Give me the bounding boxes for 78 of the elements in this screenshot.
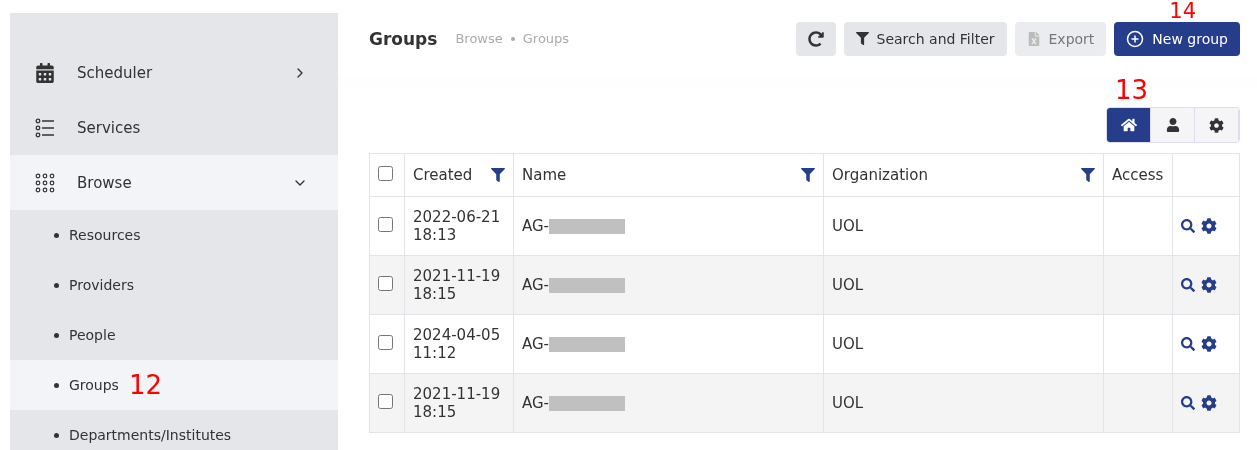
search-icon[interactable] (1181, 278, 1195, 292)
new-button[interactable]: New group (1114, 21, 1240, 56)
sidebar-subitem[interactable]: People (10, 310, 338, 360)
created-time: 11:12 (413, 344, 457, 362)
spreadsheet-icon (1026, 31, 1041, 46)
settings-icon[interactable] (1201, 277, 1217, 293)
breadcrumb-separator-icon (510, 36, 515, 41)
refresh-button[interactable] (795, 21, 836, 56)
settings-icon[interactable] (1201, 336, 1217, 352)
row-checkbox[interactable] (378, 393, 393, 409)
callout-number: 13 (1114, 77, 1148, 103)
sidebar-subitem[interactable]: Groups 12 (10, 360, 338, 410)
created-date: 2022-06-21 (413, 208, 501, 226)
refresh-icon (807, 30, 824, 47)
list-icon (35, 117, 55, 138)
row-checkbox[interactable] (378, 275, 393, 291)
bullet-icon (54, 382, 59, 388)
search-icon[interactable] (1181, 337, 1195, 351)
sidebar-item-label: Scheduler (77, 63, 154, 82)
plus-circle-icon (1126, 29, 1145, 48)
view-toggle-button[interactable] (1107, 108, 1151, 142)
organization-cell: UOL (832, 335, 864, 353)
sidebar-subitem-label: Groups (69, 377, 119, 393)
organization-cell: UOL (832, 217, 864, 235)
sidebar-subitem-label: Providers (69, 277, 134, 293)
bullet-icon (54, 432, 59, 438)
group-name: AG- (522, 217, 550, 235)
bullet-icon (54, 282, 59, 288)
bullet-icon (54, 232, 59, 238)
created-date: 2024-04-05 (413, 326, 501, 344)
settings-icon[interactable] (1201, 218, 1217, 234)
sidebar-item-label: Browse (77, 173, 133, 192)
created-date: 2021-11-19 (413, 267, 501, 285)
filter-icon[interactable] (1081, 168, 1095, 182)
created-time: 18:15 (413, 285, 457, 303)
filter-icon (855, 32, 869, 45)
sidebar-subitem[interactable]: Providers (10, 260, 338, 310)
column-header: Organization (832, 166, 928, 184)
group-name: AG- (522, 335, 550, 353)
view-toggle-button[interactable] (1151, 108, 1195, 142)
settings-icon[interactable] (1201, 395, 1217, 411)
sidebar-subitem[interactable]: Resources (10, 210, 338, 260)
created-time: 18:13 (413, 226, 457, 244)
bullet-icon (54, 332, 59, 338)
row-checkbox[interactable] (378, 334, 393, 350)
column-header: Access (1112, 166, 1164, 184)
column-header: Name (522, 166, 567, 184)
created-date: 2021-11-19 (413, 385, 501, 403)
filter-icon[interactable] (491, 168, 505, 182)
callout-number: 14 (1169, 0, 1196, 22)
search-icon[interactable] (1181, 396, 1195, 410)
row-checkbox[interactable] (378, 216, 393, 232)
sidebar-subitem-label: Resources (69, 227, 141, 243)
organization-cell: UOL (832, 394, 864, 412)
dots-grid-icon (35, 172, 55, 193)
created-time: 18:15 (413, 403, 457, 421)
settings-icon (1209, 117, 1224, 133)
filter-button[interactable]: Search and Filter (843, 21, 1007, 56)
sidebar-subitem-label: Departments/Institutes (69, 427, 232, 443)
home-icon (1120, 117, 1137, 133)
organization-cell: UOL (832, 276, 864, 294)
person-icon (1165, 118, 1180, 132)
sidebar-subitem-label: People (69, 327, 116, 343)
sidebar-item[interactable]: Scheduler (10, 45, 338, 100)
sidebar-item[interactable]: Services (10, 100, 338, 155)
filter-icon[interactable] (801, 168, 815, 182)
calendar-icon (35, 62, 55, 83)
column-header: Created (413, 166, 473, 184)
group-name: AG- (522, 394, 550, 412)
view-toggle-button[interactable] (1195, 108, 1239, 142)
page-title: Groups (369, 28, 438, 49)
sidebar-subitem[interactable]: Departments/Institutes (10, 410, 338, 450)
group-name: AG- (522, 276, 550, 294)
callout-number: 12 (128, 372, 162, 398)
select-all-checkbox[interactable] (378, 165, 393, 181)
search-icon[interactable] (1181, 219, 1195, 233)
sidebar-item[interactable]: Browse (10, 155, 338, 210)
sidebar-item-label: Services (77, 118, 142, 137)
